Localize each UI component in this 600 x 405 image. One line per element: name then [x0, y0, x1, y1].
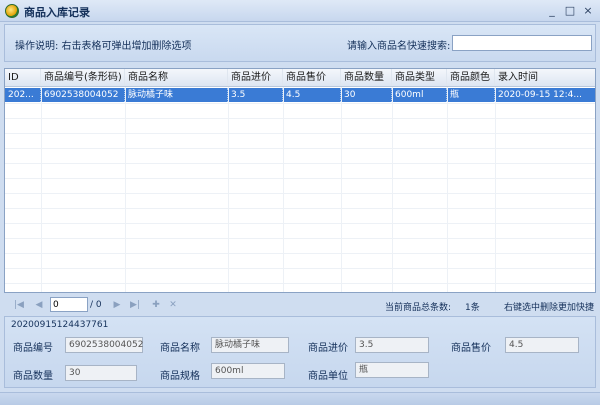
name-label: 商品名称 — [160, 343, 200, 354]
grid-column-line — [392, 87, 393, 292]
column-header-color[interactable]: 商品颜色 — [447, 69, 495, 86]
next-page-button[interactable]: ▶ — [110, 298, 124, 312]
app-icon — [5, 4, 19, 18]
grid-column-line — [125, 87, 126, 292]
cost-label: 商品进价 — [308, 343, 348, 354]
record-details-panel: 20200915124437761 商品编号 6902538004052 商品名… — [4, 316, 596, 388]
title-bar: 商品入库记录 _ □ × — [0, 0, 600, 22]
window-title: 商品入库记录 — [24, 6, 90, 19]
grid-column-line — [283, 87, 284, 292]
grid-line — [5, 178, 595, 179]
status-bar — [0, 392, 600, 405]
column-header-time[interactable]: 录入时间 — [495, 69, 595, 86]
grid-column-line — [447, 87, 448, 292]
column-header-type[interactable]: 商品类型 — [392, 69, 447, 86]
price-field[interactable]: 4.5 — [505, 337, 579, 353]
cell-type: 600ml — [392, 88, 447, 102]
instructions-text: 操作说明: 右击表格可弹出增加删除选项 — [15, 41, 192, 52]
barcode-field[interactable]: 6902538004052 — [65, 337, 143, 353]
grid-line — [5, 253, 595, 254]
maximize-button[interactable]: □ — [562, 3, 578, 18]
table-row[interactable]: 202... 6902538004052 脉动橘子味 3.5 4.5 30 60… — [5, 88, 595, 102]
column-header-cost[interactable]: 商品进价 — [228, 69, 283, 86]
grid-column-line — [341, 87, 342, 292]
grid-column-line — [41, 87, 42, 292]
close-button[interactable]: × — [580, 3, 596, 18]
spec-field[interactable]: 600ml — [211, 363, 285, 379]
grid-line — [5, 118, 595, 119]
search-label: 请输入商品名快速搜索: — [347, 41, 451, 52]
search-input[interactable] — [452, 35, 592, 51]
cell-price: 4.5 — [283, 88, 341, 102]
column-header-qty[interactable]: 商品数量 — [341, 69, 392, 86]
delete-icon[interactable]: ✕ — [166, 298, 180, 312]
page-total: / 0 — [90, 300, 102, 310]
unit-label: 商品单位 — [308, 371, 348, 382]
cell-id: 202... — [5, 88, 41, 102]
pager: |◀ ◀ / 0 ▶ ▶| ✚ ✕ 当前商品总条数: 1条 右键选中删除更加快捷 — [4, 296, 596, 314]
records-table[interactable]: ID 商品编号(条形码) 商品名称 商品进价 商品售价 商品数量 商品类型 商品… — [4, 68, 596, 293]
total-count-value: 1条 — [465, 303, 480, 313]
first-page-button[interactable]: |◀ — [12, 298, 26, 312]
grid-column-line — [228, 87, 229, 292]
grid-line — [5, 148, 595, 149]
page-number-input[interactable] — [50, 297, 88, 312]
grid-line — [5, 133, 595, 134]
spec-label: 商品规格 — [160, 371, 200, 382]
grid-column-line — [495, 87, 496, 292]
cell-name: 脉动橘子味 — [125, 88, 228, 102]
qty-field[interactable]: 30 — [65, 365, 137, 381]
unit-field[interactable]: 瓶 — [355, 362, 429, 378]
grid-line — [5, 193, 595, 194]
cell-qty: 30 — [341, 88, 392, 102]
grid-line — [5, 208, 595, 209]
name-field[interactable]: 脉动橘子味 — [211, 337, 289, 353]
column-header-name[interactable]: 商品名称 — [125, 69, 228, 86]
cell-cost: 3.5 — [228, 88, 283, 102]
add-icon[interactable]: ✚ — [149, 298, 163, 312]
minimize-button[interactable]: _ — [544, 3, 560, 18]
prev-page-button[interactable]: ◀ — [32, 298, 46, 312]
grid-line — [5, 268, 595, 269]
cell-color: 瓶 — [447, 88, 495, 102]
last-page-button[interactable]: ▶| — [128, 298, 142, 312]
record-id: 20200915124437761 — [11, 320, 109, 330]
total-count-label: 当前商品总条数: — [385, 303, 452, 313]
barcode-label: 商品编号 — [13, 343, 53, 354]
grid-line — [5, 223, 595, 224]
grid-line — [5, 283, 595, 284]
table-header: ID 商品编号(条形码) 商品名称 商品进价 商品售价 商品数量 商品类型 商品… — [5, 69, 595, 87]
price-label: 商品售价 — [451, 343, 491, 354]
cost-field[interactable]: 3.5 — [355, 337, 429, 353]
cell-time: 2020-09-15 12:4... — [498, 90, 582, 100]
grid-line — [5, 238, 595, 239]
column-header-id[interactable]: ID — [5, 69, 41, 86]
grid-line — [5, 163, 595, 164]
cell-barcode: 6902538004052 — [41, 88, 125, 102]
qty-label: 商品数量 — [13, 371, 53, 382]
column-header-price[interactable]: 商品售价 — [283, 69, 341, 86]
grid-line — [5, 103, 595, 104]
column-header-barcode[interactable]: 商品编号(条形码) — [41, 69, 125, 86]
shortcut-hint: 右键选中删除更加快捷 — [504, 303, 595, 313]
toolbar: 操作说明: 右击表格可弹出增加删除选项 请输入商品名快速搜索: — [4, 24, 596, 62]
